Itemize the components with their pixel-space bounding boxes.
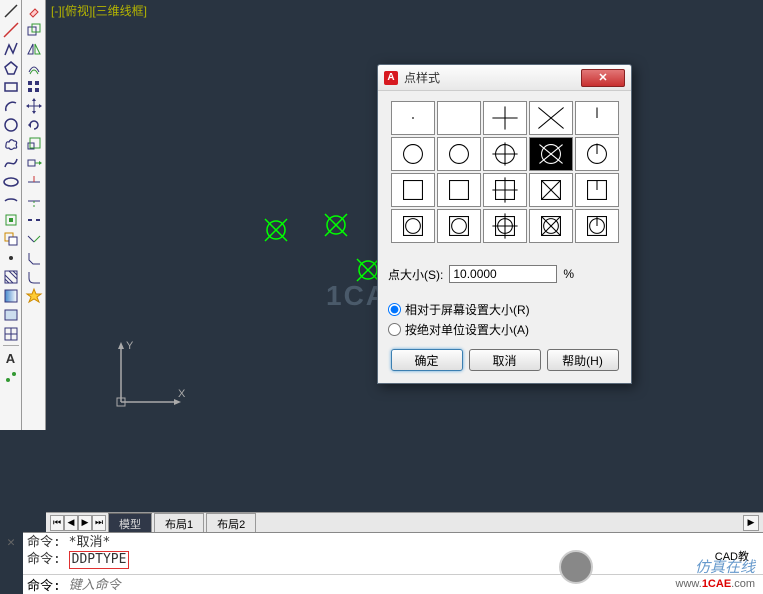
point-style-6[interactable] <box>437 137 481 171</box>
tab-nav-last[interactable]: ⏭ <box>92 515 106 531</box>
cancel-button[interactable]: 取消 <box>469 349 541 371</box>
polygon-tool[interactable] <box>2 59 20 77</box>
svg-text:Y: Y <box>126 340 134 352</box>
hscroll-right-button[interactable]: ▶ <box>743 515 759 531</box>
spline-tool[interactable] <box>2 154 20 172</box>
help-button[interactable]: 帮助(H) <box>547 349 619 371</box>
point-style-1[interactable] <box>437 101 481 135</box>
point-style-0[interactable] <box>391 101 435 135</box>
command-prompt: 命令: <box>27 575 61 594</box>
point-style-dialog: A 点样式 ✕ <box>377 64 632 384</box>
command-input[interactable] <box>69 577 763 593</box>
scale-tool[interactable] <box>25 135 43 153</box>
array-tool[interactable] <box>25 78 43 96</box>
rotate-tool[interactable] <box>25 116 43 134</box>
point-marker <box>321 210 351 240</box>
point-style-15[interactable] <box>391 209 435 243</box>
copy-tool[interactable] <box>25 21 43 39</box>
move-tool[interactable] <box>25 97 43 115</box>
point-style-12[interactable] <box>483 173 527 207</box>
close-button[interactable]: ✕ <box>581 69 625 87</box>
make-block-tool[interactable] <box>2 230 20 248</box>
point-style-2[interactable] <box>483 101 527 135</box>
relative-size-label: 相对于屏幕设置大小(R) <box>405 301 530 318</box>
ucs-icon: Y X <box>106 337 186 417</box>
revcloud-tool[interactable] <box>2 135 20 153</box>
table-tool[interactable] <box>2 325 20 343</box>
command-history: 命令: *取消* 命令: DDPTYPE <box>23 533 763 571</box>
point-style-4[interactable] <box>575 101 619 135</box>
tab-nav-next[interactable]: ▶ <box>78 515 92 531</box>
addselected-tool[interactable] <box>2 368 20 386</box>
point-style-7[interactable] <box>483 137 527 171</box>
point-style-10[interactable] <box>391 173 435 207</box>
absolute-size-label: 按绝对单位设置大小(A) <box>405 321 529 338</box>
construction-line-tool[interactable] <box>2 21 20 39</box>
point-style-19[interactable] <box>575 209 619 243</box>
absolute-size-radio[interactable] <box>388 323 401 336</box>
insert-block-tool[interactable] <box>2 211 20 229</box>
ellipse-tool[interactable] <box>2 173 20 191</box>
rectangle-tool[interactable] <box>2 78 20 96</box>
trim-tool[interactable] <box>25 173 43 191</box>
arc-tool[interactable] <box>2 97 20 115</box>
region-tool[interactable] <box>2 306 20 324</box>
point-tool[interactable] <box>2 249 20 267</box>
offset-tool[interactable] <box>25 59 43 77</box>
tab-nav-first[interactable]: ⏮ <box>50 515 64 531</box>
tab-layout1[interactable]: 布局1 <box>154 513 204 534</box>
extend-tool[interactable] <box>25 192 43 210</box>
fillet-tool[interactable] <box>25 268 43 286</box>
point-style-5[interactable] <box>391 137 435 171</box>
command-close-icon[interactable]: ✕ <box>3 535 19 551</box>
explode-tool[interactable] <box>25 287 43 305</box>
point-style-8[interactable] <box>529 137 573 171</box>
erase-tool[interactable] <box>25 2 43 20</box>
page-watermark: 仿真在线 www.1CAE.com <box>676 556 755 590</box>
chamfer-tool[interactable] <box>25 249 43 267</box>
ellipse-arc-tool[interactable] <box>2 192 20 210</box>
hatch-tool[interactable] <box>2 268 20 286</box>
ok-button[interactable]: 确定 <box>391 349 463 371</box>
point-style-13[interactable] <box>529 173 573 207</box>
mirror-tool[interactable] <box>25 40 43 58</box>
tab-model[interactable]: 模型 <box>108 513 152 534</box>
mtext-tool[interactable]: A <box>2 349 20 367</box>
viewport-label[interactable]: [-][俯视][三维线框] <box>51 2 147 19</box>
gradient-tool[interactable] <box>2 287 20 305</box>
polyline-tool[interactable] <box>2 40 20 58</box>
tab-layout2[interactable]: 布局2 <box>206 513 256 534</box>
modify-toolbar <box>22 0 46 430</box>
break-tool[interactable] <box>25 211 43 229</box>
command-highlight: DDPTYPE <box>69 551 130 569</box>
point-size-unit: % <box>563 267 574 281</box>
point-style-grid <box>388 101 621 243</box>
point-style-3[interactable] <box>529 101 573 135</box>
point-size-input[interactable] <box>449 265 557 283</box>
point-style-18[interactable] <box>529 209 573 243</box>
stretch-tool[interactable] <box>25 154 43 172</box>
draw-toolbar: A <box>0 0 22 430</box>
command-area: ✕ 命令: *取消* 命令: DDPTYPE 命令: <box>23 532 763 594</box>
point-marker <box>261 215 291 245</box>
point-style-17[interactable] <box>483 209 527 243</box>
line-tool[interactable] <box>2 2 20 20</box>
svg-text:X: X <box>178 388 186 400</box>
dialog-titlebar[interactable]: A 点样式 ✕ <box>378 65 631 91</box>
join-tool[interactable] <box>25 230 43 248</box>
point-style-14[interactable] <box>575 173 619 207</box>
point-style-11[interactable] <box>437 173 481 207</box>
point-style-16[interactable] <box>437 209 481 243</box>
tab-nav-prev[interactable]: ◀ <box>64 515 78 531</box>
autocad-app-icon: A <box>384 71 398 85</box>
relative-size-radio[interactable] <box>388 303 401 316</box>
circle-tool[interactable] <box>2 116 20 134</box>
point-size-label: 点大小(S): <box>388 266 443 283</box>
layout-tabs-bar: ⏮ ◀ ▶ ⏭ 模型 布局1 布局2 ▶ <box>46 512 763 532</box>
point-style-9[interactable] <box>575 137 619 171</box>
dialog-title: 点样式 <box>404 69 581 86</box>
wechat-avatar-icon <box>559 550 593 584</box>
